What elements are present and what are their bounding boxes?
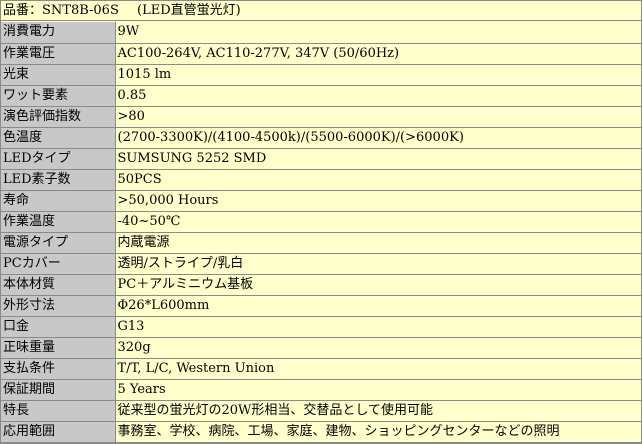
spec-label: 保証期間 <box>1 379 116 401</box>
product-name: (LED直管蛍光灯) <box>137 3 241 18</box>
spec-table: 消費電力 9W 作業電圧 AC100-264V, AC110-277V, 347V (… <box>1 22 641 443</box>
spec-value: 320g <box>115 337 641 359</box>
spec-label: PCカバー <box>1 253 116 275</box>
spec-row: PCカバー 透明/ストライプ/乳白 <box>1 253 641 275</box>
spec-value: 9W <box>115 22 641 44</box>
spec-value: Φ26*L600mm <box>115 295 641 317</box>
spec-row: LED素子数 50PCS <box>1 169 641 191</box>
spec-row: 特長 従来型の蛍光灯の20W形相当、交替品として使用可能 <box>1 400 641 422</box>
spec-row: 本体材質 PC＋アルミニウム基板 <box>1 274 641 296</box>
spec-value: 5 Years <box>115 379 641 401</box>
spec-value: T/T, L/C, Western Union <box>115 358 641 380</box>
spec-row: 正味重量 320g <box>1 337 641 359</box>
spec-label: 応用範囲 <box>1 421 116 443</box>
spec-row: 電源タイプ 内蔵電源 <box>1 232 641 254</box>
spec-row: ワット要素 0.85 <box>1 85 641 107</box>
spec-label: 寿命 <box>1 190 116 212</box>
spec-value: G13 <box>115 316 641 338</box>
spec-row: 演色評価指数 >80 <box>1 106 641 128</box>
spec-row: 応用範囲 事務室、学校、病院、工場、家庭、建物、ショッピングセンターなどの照明 <box>1 421 641 443</box>
product-title-row: 品番：SNT8B-06S (LED直管蛍光灯) <box>1 1 641 21</box>
spec-value: 透明/ストライプ/乳白 <box>115 253 641 275</box>
spec-value: 内蔵電源 <box>115 232 641 254</box>
spec-value: (2700-3300K)/(4100-4500k)/(5500-6000K)/(… <box>115 127 641 149</box>
spec-row: 外形寸法 Φ26*L600mm <box>1 295 641 317</box>
spec-label: 本体材質 <box>1 274 116 296</box>
spec-value: AC100-264V, AC110-277V, 347V (50/60Hz) <box>115 43 641 65</box>
spec-label: 演色評価指数 <box>1 106 116 128</box>
spec-label: 色温度 <box>1 127 116 149</box>
spec-row: 口金 G13 <box>1 316 641 338</box>
spec-label: 光束 <box>1 64 116 86</box>
spec-row: 色温度 (2700-3300K)/(4100-4500k)/(5500-6000K… <box>1 127 641 149</box>
spec-row: 作業温度 -40~50℃ <box>1 211 641 233</box>
spec-value: -40~50℃ <box>115 211 641 233</box>
spec-value: 0.85 <box>115 85 641 107</box>
spec-row: 消費電力 9W <box>1 22 641 44</box>
spec-row: 寿命 >50,000 Hours <box>1 190 641 212</box>
spec-row: 支払条件 T/T, L/C, Western Union <box>1 358 641 380</box>
spec-label: 消費電力 <box>1 22 116 44</box>
spec-label: 外形寸法 <box>1 295 116 317</box>
spec-value: 1015 lm <box>115 64 641 86</box>
spec-label: 電源タイプ <box>1 232 116 254</box>
spec-label: 作業温度 <box>1 211 116 233</box>
spec-label: ワット要素 <box>1 85 116 107</box>
spec-value: >50,000 Hours <box>115 190 641 212</box>
spec-sheet: 品番：SNT8B-06S (LED直管蛍光灯) 消費電力 9W 作業電圧 AC100-… <box>0 0 642 444</box>
spec-label: 支払条件 <box>1 358 116 380</box>
spec-label: 正味重量 <box>1 337 116 359</box>
product-number: 品番：SNT8B-06S <box>3 3 119 18</box>
spec-label: 口金 <box>1 316 116 338</box>
spec-row: 保証期間 5 Years <box>1 379 641 401</box>
spec-label: 特長 <box>1 400 116 422</box>
spec-value: 50PCS <box>115 169 641 191</box>
spec-value: 従来型の蛍光灯の20W形相当、交替品として使用可能 <box>115 400 641 422</box>
spec-label: LED素子数 <box>1 169 116 191</box>
spec-value: PC＋アルミニウム基板 <box>115 274 641 296</box>
spec-value: 事務室、学校、病院、工場、家庭、建物、ショッピングセンターなどの照明 <box>115 421 641 443</box>
spec-row: 光束 1015 lm <box>1 64 641 86</box>
spec-value: >80 <box>115 106 641 128</box>
spec-row: LEDタイプ SUMSUNG 5252 SMD <box>1 148 641 170</box>
spec-row: 作業電圧 AC100-264V, AC110-277V, 347V (50/60H… <box>1 43 641 65</box>
spec-value: SUMSUNG 5252 SMD <box>115 148 641 170</box>
spec-label: 作業電圧 <box>1 43 116 65</box>
spec-label: LEDタイプ <box>1 148 116 170</box>
